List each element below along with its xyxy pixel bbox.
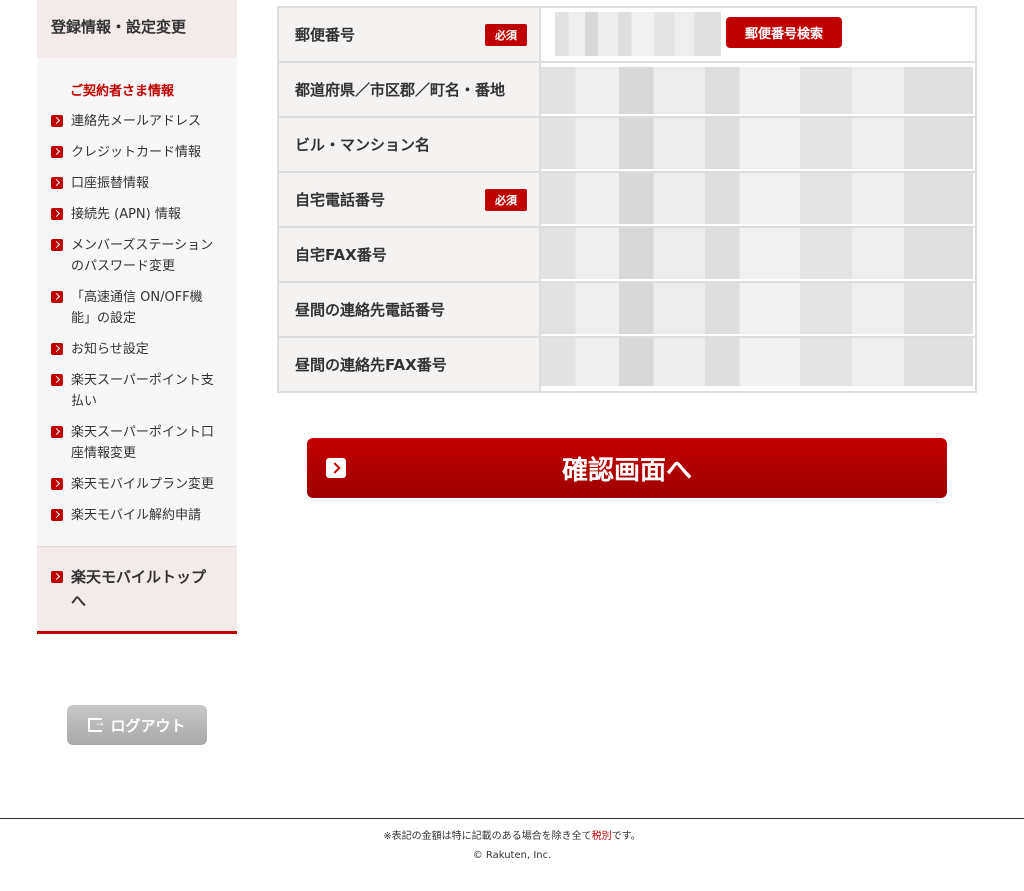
form-row-home-phone: 自宅電話番号 必須 xyxy=(279,173,975,228)
redacted-value xyxy=(555,12,721,56)
form-label: ビル・マンション名 xyxy=(279,118,541,171)
footer: ※表記の金額は特に記載のある場合を除き全て税別です。 © Rakuten, In… xyxy=(0,818,1024,861)
sidebar-header: 登録情報・設定変更 xyxy=(37,0,237,58)
sidebar-item-label: 楽天スーパーポイント口座情報変更 xyxy=(71,425,214,461)
sidebar-item-label: クレジットカード情報 xyxy=(71,145,202,160)
form-row-zip: 郵便番号 必須 xyxy=(279,8,975,63)
required-badge: 必須 xyxy=(485,188,527,211)
sidebar-section-title[interactable]: ご契約者さま情報 xyxy=(70,80,237,99)
form-label: 郵便番号 必須 xyxy=(279,8,541,61)
sidebar-top-link-label: 楽天モバイルトップへ xyxy=(71,568,207,610)
redacted-value xyxy=(541,67,973,114)
chevron-right-icon xyxy=(51,115,63,127)
zip-search-button[interactable]: 郵便番号検索 xyxy=(726,17,842,48)
sidebar-item-plan-change[interactable]: 楽天モバイルプラン変更 xyxy=(37,474,237,495)
sidebar-item-label: 楽天モバイルプラン変更 xyxy=(71,477,215,492)
tax-note: ※表記の金額は特に記載のある場合を除き全て税別です。 xyxy=(0,827,1024,842)
day-phone-field[interactable] xyxy=(541,283,975,336)
sidebar-item-label: お知らせ設定 xyxy=(71,342,149,357)
redacted-value xyxy=(541,338,973,386)
copyright: © Rakuten, Inc. xyxy=(472,850,552,861)
redacted-value xyxy=(541,118,973,169)
form-label-text: 自宅電話番号 xyxy=(295,191,386,209)
tax-note-suffix: です。 xyxy=(611,831,641,842)
sidebar-item-cancel[interactable]: 楽天モバイル解約申請 xyxy=(37,505,237,526)
form-row-home-fax: 自宅FAX番号 xyxy=(279,228,975,283)
sidebar-item-label: 「高速通信 ON/OFF機能」の設定 xyxy=(71,290,203,326)
chevron-right-icon xyxy=(51,208,63,220)
sidebar: 登録情報・設定変更 ご契約者さま情報 連絡先メールアドレス クレジットカード情報… xyxy=(37,0,237,634)
redacted-value xyxy=(541,228,973,279)
chevron-right-icon xyxy=(51,478,63,490)
form-row-day-phone: 昼間の連絡先電話番号 xyxy=(279,283,975,338)
form-label: 自宅電話番号 必須 xyxy=(279,173,541,226)
sidebar-item-label: 楽天モバイル解約申請 xyxy=(71,508,202,523)
form-row-building: ビル・マンション名 xyxy=(279,118,975,173)
form-label-text: 都道府県／市区郡／町名・番地 xyxy=(295,81,506,99)
chevron-right-icon xyxy=(51,291,63,303)
sidebar-item-credit-card[interactable]: クレジットカード情報 xyxy=(37,142,237,163)
chevron-right-icon xyxy=(326,458,346,478)
logout-button[interactable]: ログアウト xyxy=(67,705,207,745)
chevron-right-icon xyxy=(51,177,63,189)
sidebar-item-password[interactable]: メンバーズステーションのパスワード変更 xyxy=(37,235,237,277)
tax-link[interactable]: 税別 xyxy=(592,831,612,842)
form-label: 都道府県／市区郡／町名・番地 xyxy=(279,63,541,116)
chevron-right-icon xyxy=(51,509,63,521)
form-label-text: 郵便番号 xyxy=(295,26,356,44)
address-form: 郵便番号 必須 都道府県／市区郡／町名・番地 ビル・マンション名 自宅電話番号 必須… xyxy=(277,6,977,393)
sidebar-item-label: メンバーズステーションのパスワード変更 xyxy=(71,238,214,274)
sidebar-top-link[interactable]: 楽天モバイルトップへ xyxy=(37,546,237,634)
logout-icon xyxy=(88,715,105,732)
home-phone-field[interactable] xyxy=(541,173,975,226)
form-row-address: 都道府県／市区郡／町名・番地 xyxy=(279,63,975,118)
redacted-value xyxy=(541,283,973,334)
sidebar-item-bank-transfer[interactable]: 口座振替情報 xyxy=(37,173,237,194)
chevron-right-icon xyxy=(51,239,63,251)
sidebar-item-label: 接続先 (APN) 情報 xyxy=(71,207,181,222)
chevron-right-icon xyxy=(51,571,63,583)
tax-note-text: ※表記の金額は特に記載のある場合を除き全て xyxy=(383,831,592,842)
sidebar-item-contact-email[interactable]: 連絡先メールアドレス xyxy=(37,111,237,132)
form-label: 自宅FAX番号 xyxy=(279,228,541,281)
sidebar-item-notifications[interactable]: お知らせ設定 xyxy=(37,339,237,360)
home-fax-field[interactable] xyxy=(541,228,975,281)
redacted-value xyxy=(541,173,973,224)
form-label-text: 昼間の連絡先電話番号 xyxy=(295,301,446,319)
chevron-right-icon xyxy=(51,426,63,438)
sidebar-item-high-speed[interactable]: 「高速通信 ON/OFF機能」の設定 xyxy=(37,287,237,329)
sidebar-item-apn[interactable]: 接続先 (APN) 情報 xyxy=(37,204,237,225)
chevron-right-icon xyxy=(51,343,63,355)
sidebar-item-label: 口座振替情報 xyxy=(71,176,150,191)
form-label-text: 昼間の連絡先FAX番号 xyxy=(295,356,447,374)
logout-label: ログアウト xyxy=(110,717,186,735)
sidebar-item-label: 連絡先メールアドレス xyxy=(71,114,202,129)
sidebar-section: ご契約者さま情報 連絡先メールアドレス クレジットカード情報 口座振替情報 接続… xyxy=(37,58,237,546)
form-label-text: 自宅FAX番号 xyxy=(295,246,387,264)
form-row-day-fax: 昼間の連絡先FAX番号 xyxy=(279,338,975,393)
confirm-button-label: 確認画面へ xyxy=(561,454,692,485)
chevron-right-icon xyxy=(51,374,63,386)
sidebar-item-label: 楽天スーパーポイント支払い xyxy=(71,373,214,409)
day-fax-field[interactable] xyxy=(541,338,975,391)
chevron-right-icon xyxy=(51,146,63,158)
required-badge: 必須 xyxy=(485,23,527,46)
form-label-text: ビル・マンション名 xyxy=(295,136,431,154)
form-label: 昼間の連絡先電話番号 xyxy=(279,283,541,336)
address-field[interactable] xyxy=(541,63,975,116)
building-field[interactable] xyxy=(541,118,975,171)
confirm-button[interactable]: 確認画面へ xyxy=(307,438,947,498)
form-label: 昼間の連絡先FAX番号 xyxy=(279,338,541,391)
sidebar-item-point-account[interactable]: 楽天スーパーポイント口座情報変更 xyxy=(37,422,237,464)
sidebar-item-point-payment[interactable]: 楽天スーパーポイント支払い xyxy=(37,370,237,412)
